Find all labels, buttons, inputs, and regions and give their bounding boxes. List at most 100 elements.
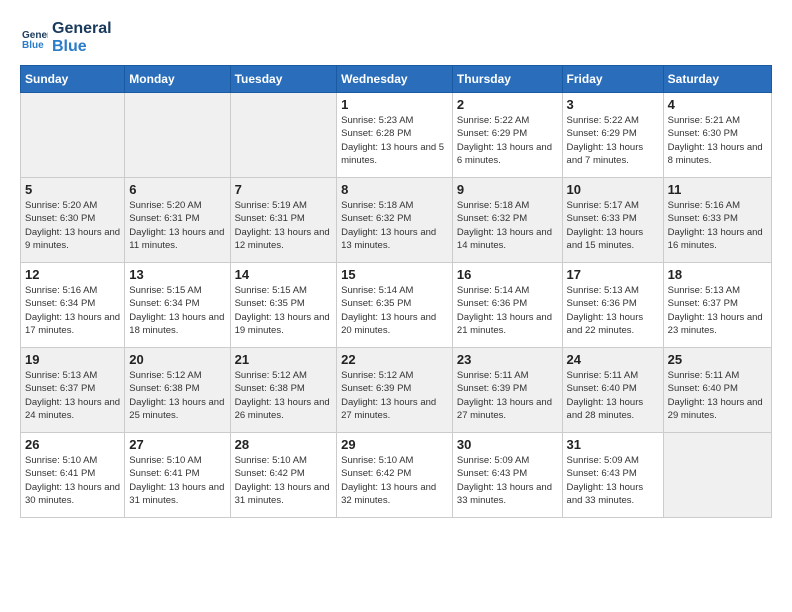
day-info: Sunrise: 5:10 AMSunset: 6:41 PMDaylight:… <box>25 455 120 506</box>
calendar-day: 1 Sunrise: 5:23 AMSunset: 6:28 PMDayligh… <box>337 93 453 178</box>
day-number: 31 <box>567 437 659 452</box>
day-number: 16 <box>457 267 558 282</box>
calendar-day: 2 Sunrise: 5:22 AMSunset: 6:29 PMDayligh… <box>452 93 562 178</box>
calendar-day: 31 Sunrise: 5:09 AMSunset: 6:43 PMDaylig… <box>562 433 663 518</box>
calendar-day: 26 Sunrise: 5:10 AMSunset: 6:41 PMDaylig… <box>21 433 125 518</box>
day-number: 12 <box>25 267 120 282</box>
calendar-week-1: 1 Sunrise: 5:23 AMSunset: 6:28 PMDayligh… <box>21 93 772 178</box>
calendar-day <box>230 93 337 178</box>
calendar-day: 19 Sunrise: 5:13 AMSunset: 6:37 PMDaylig… <box>21 348 125 433</box>
calendar-day: 4 Sunrise: 5:21 AMSunset: 6:30 PMDayligh… <box>663 93 771 178</box>
day-number: 8 <box>341 182 448 197</box>
calendar-day: 23 Sunrise: 5:11 AMSunset: 6:39 PMDaylig… <box>452 348 562 433</box>
day-number: 2 <box>457 97 558 112</box>
day-number: 15 <box>341 267 448 282</box>
day-info: Sunrise: 5:11 AMSunset: 6:39 PMDaylight:… <box>457 370 552 421</box>
day-info: Sunrise: 5:18 AMSunset: 6:32 PMDaylight:… <box>457 200 552 251</box>
day-info: Sunrise: 5:11 AMSunset: 6:40 PMDaylight:… <box>567 370 644 421</box>
calendar-day: 16 Sunrise: 5:14 AMSunset: 6:36 PMDaylig… <box>452 263 562 348</box>
day-info: Sunrise: 5:16 AMSunset: 6:34 PMDaylight:… <box>25 285 120 336</box>
day-number: 11 <box>668 182 767 197</box>
day-info: Sunrise: 5:14 AMSunset: 6:36 PMDaylight:… <box>457 285 552 336</box>
calendar-day: 6 Sunrise: 5:20 AMSunset: 6:31 PMDayligh… <box>125 178 230 263</box>
day-info: Sunrise: 5:12 AMSunset: 6:38 PMDaylight:… <box>235 370 330 421</box>
calendar-day: 28 Sunrise: 5:10 AMSunset: 6:42 PMDaylig… <box>230 433 337 518</box>
header-tuesday: Tuesday <box>230 66 337 93</box>
day-number: 26 <box>25 437 120 452</box>
calendar-day: 29 Sunrise: 5:10 AMSunset: 6:42 PMDaylig… <box>337 433 453 518</box>
day-info: Sunrise: 5:20 AMSunset: 6:31 PMDaylight:… <box>129 200 224 251</box>
calendar-day: 3 Sunrise: 5:22 AMSunset: 6:29 PMDayligh… <box>562 93 663 178</box>
day-info: Sunrise: 5:11 AMSunset: 6:40 PMDaylight:… <box>668 370 763 421</box>
header-monday: Monday <box>125 66 230 93</box>
day-info: Sunrise: 5:09 AMSunset: 6:43 PMDaylight:… <box>457 455 552 506</box>
calendar-table: SundayMondayTuesdayWednesdayThursdayFrid… <box>20 65 772 518</box>
calendar-day: 5 Sunrise: 5:20 AMSunset: 6:30 PMDayligh… <box>21 178 125 263</box>
day-info: Sunrise: 5:09 AMSunset: 6:43 PMDaylight:… <box>567 455 644 506</box>
day-number: 9 <box>457 182 558 197</box>
calendar-week-5: 26 Sunrise: 5:10 AMSunset: 6:41 PMDaylig… <box>21 433 772 518</box>
day-number: 17 <box>567 267 659 282</box>
calendar-day: 27 Sunrise: 5:10 AMSunset: 6:41 PMDaylig… <box>125 433 230 518</box>
day-number: 5 <box>25 182 120 197</box>
day-number: 10 <box>567 182 659 197</box>
day-info: Sunrise: 5:23 AMSunset: 6:28 PMDaylight:… <box>341 115 444 166</box>
day-info: Sunrise: 5:17 AMSunset: 6:33 PMDaylight:… <box>567 200 644 251</box>
calendar-day: 14 Sunrise: 5:15 AMSunset: 6:35 PMDaylig… <box>230 263 337 348</box>
calendar-day: 9 Sunrise: 5:18 AMSunset: 6:32 PMDayligh… <box>452 178 562 263</box>
header-sunday: Sunday <box>21 66 125 93</box>
calendar-day: 12 Sunrise: 5:16 AMSunset: 6:34 PMDaylig… <box>21 263 125 348</box>
day-info: Sunrise: 5:14 AMSunset: 6:35 PMDaylight:… <box>341 285 436 336</box>
day-number: 22 <box>341 352 448 367</box>
day-number: 24 <box>567 352 659 367</box>
day-info: Sunrise: 5:13 AMSunset: 6:37 PMDaylight:… <box>668 285 763 336</box>
calendar-day: 13 Sunrise: 5:15 AMSunset: 6:34 PMDaylig… <box>125 263 230 348</box>
day-number: 13 <box>129 267 225 282</box>
day-number: 1 <box>341 97 448 112</box>
day-number: 27 <box>129 437 225 452</box>
header-wednesday: Wednesday <box>337 66 453 93</box>
day-number: 19 <box>25 352 120 367</box>
day-info: Sunrise: 5:21 AMSunset: 6:30 PMDaylight:… <box>668 115 763 166</box>
day-number: 14 <box>235 267 333 282</box>
day-info: Sunrise: 5:15 AMSunset: 6:34 PMDaylight:… <box>129 285 224 336</box>
svg-text:Blue: Blue <box>22 40 44 51</box>
day-number: 30 <box>457 437 558 452</box>
calendar-day: 24 Sunrise: 5:11 AMSunset: 6:40 PMDaylig… <box>562 348 663 433</box>
calendar-day: 10 Sunrise: 5:17 AMSunset: 6:33 PMDaylig… <box>562 178 663 263</box>
calendar-day <box>21 93 125 178</box>
day-info: Sunrise: 5:19 AMSunset: 6:31 PMDaylight:… <box>235 200 330 251</box>
day-info: Sunrise: 5:10 AMSunset: 6:41 PMDaylight:… <box>129 455 224 506</box>
day-number: 29 <box>341 437 448 452</box>
day-number: 7 <box>235 182 333 197</box>
day-info: Sunrise: 5:22 AMSunset: 6:29 PMDaylight:… <box>457 115 552 166</box>
day-info: Sunrise: 5:18 AMSunset: 6:32 PMDaylight:… <box>341 200 436 251</box>
day-number: 20 <box>129 352 225 367</box>
day-info: Sunrise: 5:22 AMSunset: 6:29 PMDaylight:… <box>567 115 644 166</box>
day-number: 23 <box>457 352 558 367</box>
calendar-week-3: 12 Sunrise: 5:16 AMSunset: 6:34 PMDaylig… <box>21 263 772 348</box>
day-info: Sunrise: 5:10 AMSunset: 6:42 PMDaylight:… <box>235 455 330 506</box>
calendar-day: 22 Sunrise: 5:12 AMSunset: 6:39 PMDaylig… <box>337 348 453 433</box>
calendar-day: 8 Sunrise: 5:18 AMSunset: 6:32 PMDayligh… <box>337 178 453 263</box>
day-info: Sunrise: 5:15 AMSunset: 6:35 PMDaylight:… <box>235 285 330 336</box>
logo-icon: General Blue <box>20 24 48 52</box>
day-number: 28 <box>235 437 333 452</box>
calendar-day: 17 Sunrise: 5:13 AMSunset: 6:36 PMDaylig… <box>562 263 663 348</box>
calendar-week-2: 5 Sunrise: 5:20 AMSunset: 6:30 PMDayligh… <box>21 178 772 263</box>
calendar-day <box>125 93 230 178</box>
day-info: Sunrise: 5:13 AMSunset: 6:36 PMDaylight:… <box>567 285 644 336</box>
calendar-day <box>663 433 771 518</box>
header-friday: Friday <box>562 66 663 93</box>
calendar-day: 20 Sunrise: 5:12 AMSunset: 6:38 PMDaylig… <box>125 348 230 433</box>
day-info: Sunrise: 5:13 AMSunset: 6:37 PMDaylight:… <box>25 370 120 421</box>
day-info: Sunrise: 5:16 AMSunset: 6:33 PMDaylight:… <box>668 200 763 251</box>
calendar-day: 18 Sunrise: 5:13 AMSunset: 6:37 PMDaylig… <box>663 263 771 348</box>
calendar-header-row: SundayMondayTuesdayWednesdayThursdayFrid… <box>21 66 772 93</box>
day-info: Sunrise: 5:10 AMSunset: 6:42 PMDaylight:… <box>341 455 436 506</box>
day-number: 21 <box>235 352 333 367</box>
calendar-day: 15 Sunrise: 5:14 AMSunset: 6:35 PMDaylig… <box>337 263 453 348</box>
calendar-day: 25 Sunrise: 5:11 AMSunset: 6:40 PMDaylig… <box>663 348 771 433</box>
calendar-day: 11 Sunrise: 5:16 AMSunset: 6:33 PMDaylig… <box>663 178 771 263</box>
day-number: 4 <box>668 97 767 112</box>
